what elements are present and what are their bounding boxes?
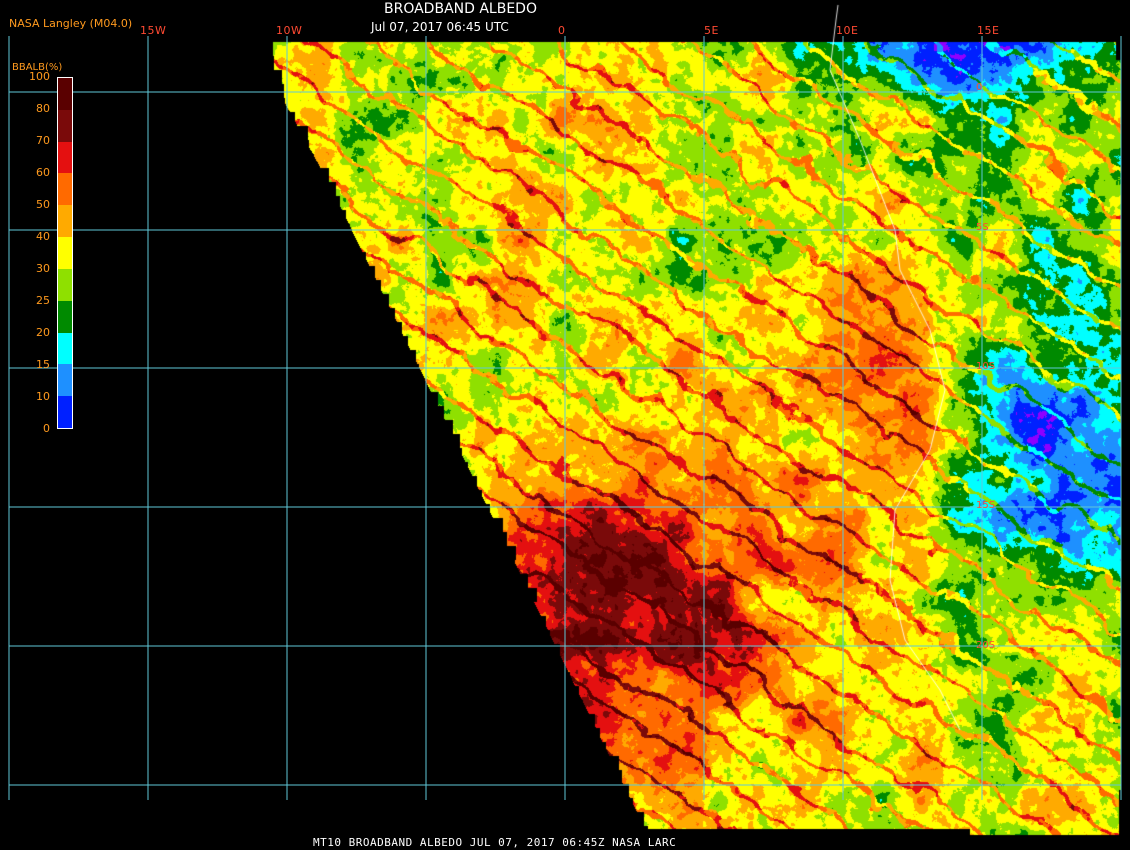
lon-label-0: 0 — [558, 24, 566, 37]
legend-tick-label: 0 — [43, 422, 50, 435]
lon-label-10w: 10W — [276, 24, 303, 37]
legend-tick-label: 25 — [36, 294, 50, 307]
legend-swatch — [58, 364, 72, 397]
legend-tick-label: 70 — [36, 134, 50, 147]
legend-swatch — [58, 332, 72, 365]
lat-lon-grid — [8, 36, 1122, 800]
lon-label-15e: 15E — [977, 24, 1000, 37]
lon-label-5e: 5E — [704, 24, 719, 37]
lat-label-20s: 20S — [976, 640, 996, 651]
lon-label-15w: 15W — [140, 24, 167, 37]
lat-label-15s: 15S — [976, 500, 996, 511]
lat-label-5s: 5S — [976, 222, 989, 233]
legend-tick-label: 10 — [36, 390, 50, 403]
footer-caption: MT10 BROADBAND ALBEDO JUL 07, 2017 06:45… — [313, 836, 677, 849]
legend-swatch — [58, 173, 72, 206]
legend-swatch — [58, 268, 72, 302]
legend-swatch — [58, 205, 72, 238]
legend-color-bar — [57, 77, 73, 429]
legend-tick-label: 30 — [36, 262, 50, 275]
lat-label-10s: 10S — [976, 361, 996, 372]
map-title: BROADBAND ALBEDO — [384, 1, 537, 17]
lon-label-10e: 10E — [836, 24, 859, 37]
legend-swatch — [58, 237, 72, 270]
legend-tick-label: 80 — [36, 102, 50, 115]
legend-swatch — [58, 300, 72, 334]
legend-tick-label: 20 — [36, 326, 50, 339]
legend-tick-label: 40 — [36, 230, 50, 243]
credit-label: NASA Langley (M04.0) — [9, 17, 133, 30]
legend-swatch — [58, 141, 72, 174]
legend-tick-label: 15 — [36, 358, 50, 371]
legend-swatch — [58, 396, 72, 429]
legend-swatch — [58, 109, 72, 143]
legend-tick-label: 50 — [36, 198, 50, 211]
map-datetime: Jul 07, 2017 06:45 UTC — [371, 20, 509, 34]
legend-swatch — [58, 78, 72, 111]
legend-tick-label: 60 — [36, 166, 50, 179]
lat-label-0: 0 — [976, 82, 983, 93]
legend-tick-label: 100 — [29, 70, 50, 83]
